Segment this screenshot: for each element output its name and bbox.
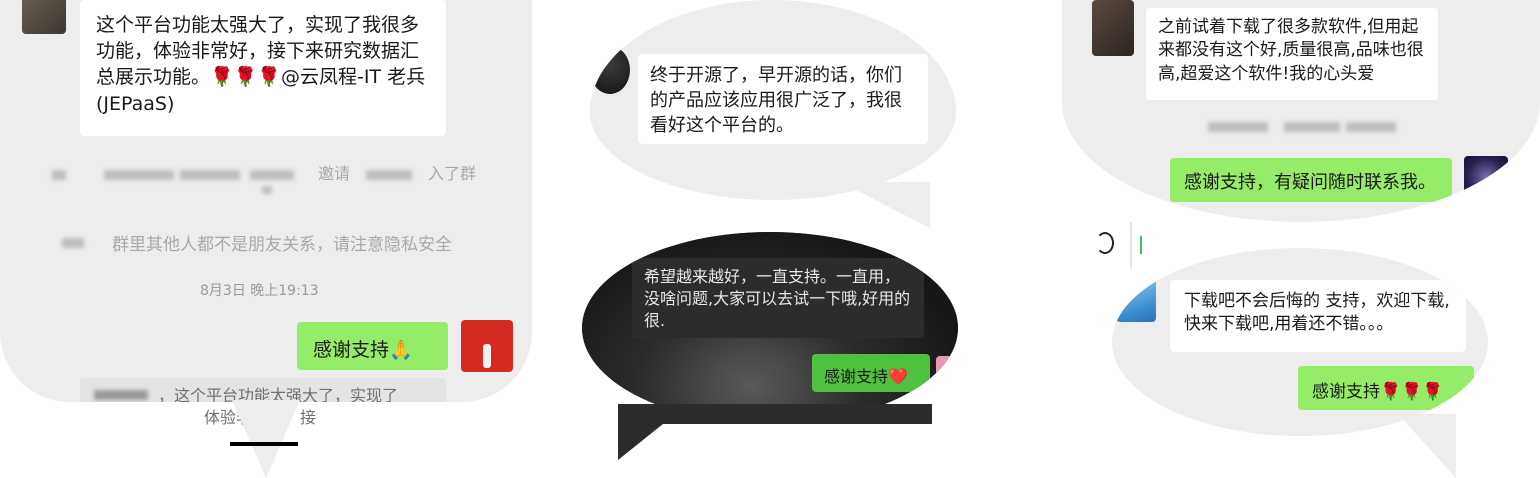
bubble-tail [1398,414,1456,478]
system-privacy-notice: 群里其他人都不是朋友关系，请注意隐私安全 [112,235,452,255]
testimonial-bubble-1: 这个平台功能太强大了，实现了我很多功能，体验非常好，接下来研究数据汇总展示功能。… [0,0,532,402]
user-avatar [1464,156,1508,202]
blurred-name [250,170,294,180]
text-cursor [1140,236,1142,254]
quoted-message: ，这个平台功能太强大了，实现了 [80,378,446,402]
blurred-name [1346,122,1396,132]
chat-message: 这个平台功能太强大了，实现了我很多功能，体验非常好，接下来研究数据汇总展示功能。… [80,0,446,136]
bubble-tail-edge [230,442,298,446]
reply-message: 感谢支持🙏 [297,322,448,370]
testimonial-bubble-4: 之前试着下载了很多款软件,但用起来都没有这个好,质量很高,品味也很高,超爱这个软… [1062,0,1540,222]
blurred-name [52,170,66,180]
bubble-tail [840,182,930,228]
chat-message: 之前试着下载了很多款软件,但用起来都没有这个好,质量很高,品味也很高,超爱这个软… [1146,8,1438,100]
user-avatar [936,356,958,386]
blurred-name [1284,122,1340,132]
divider [1130,222,1132,268]
blurred-name [366,170,412,180]
chat-message: 终于开源了，早开源的话，你们的产品应该应用很广泛了，我很看好这个平台的。 [638,54,928,144]
avatar-figure [483,344,491,368]
user-avatar [1092,0,1134,56]
testimonial-bubble-3: 希望越来越好，一直支持。一直用，没啥问题,大家可以去试一下哦,好用的很. 感谢支… [582,232,958,424]
blurred-name [62,238,84,248]
reply-message: 感谢支持❤️ [812,354,930,392]
system-invite-text: 入了群 [428,164,477,183]
user-avatar [22,0,66,34]
user-avatar [590,46,630,94]
testimonial-bubble-5: 下载吧不会后悔的 支持，欢迎下载,快来下载吧,用着还不错。。。 感谢支持🌹🌹🌹 [1112,248,1488,436]
testimonial-bubble-2: 终于开源了，早开源的话，你们的产品应该应用很广泛了，我很看好这个平台的。 [590,0,956,200]
voice-icon[interactable] [1096,232,1114,254]
system-invite-text: 邀请 [318,164,351,183]
blurred-name [94,390,148,400]
reply-message: 感谢支持，有疑问随时联系我。 [1170,158,1452,202]
reply-message: 感谢支持🌹🌹🌹 [1298,366,1474,410]
timestamp: 8月3日 晚上19:13 [200,283,319,299]
chat-message: 下载吧不会后悔的 支持，欢迎下载,快来下载吧,用着还不错。。。 [1170,280,1466,352]
bubble-bottom-bar [618,404,932,424]
blurred-name [1208,122,1268,132]
blurred-name [104,170,174,180]
user-avatar [1116,276,1156,322]
bubble-tail [232,400,300,478]
user-avatar [461,320,513,372]
quoted-text: ，这个平台功能太强大了，实现了 [158,386,399,402]
chat-message: 希望越来越好，一直支持。一直用，没啥问题,大家可以去试一下哦,好用的很. [632,258,924,338]
blurred-name [262,186,272,194]
blurred-name [180,170,240,180]
